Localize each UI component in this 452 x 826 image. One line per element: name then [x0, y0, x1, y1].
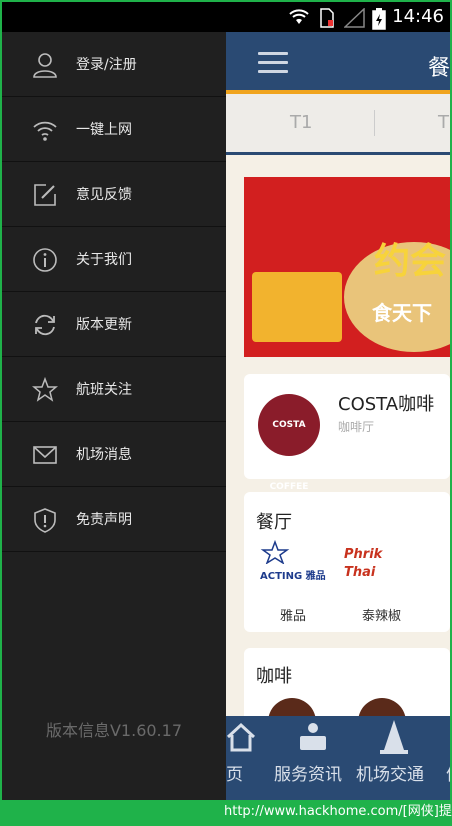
banner-headline: 约会 [374, 241, 447, 282]
edit-icon [34, 184, 56, 206]
refresh-icon [35, 314, 55, 336]
drawer-item-feedback[interactable]: 意见反馈 [2, 162, 226, 227]
drawer-item-wifi[interactable]: 一键上网 [2, 97, 226, 162]
user-icon [33, 53, 57, 78]
battery-icon [372, 8, 386, 30]
nav-home-label: 页 [226, 765, 243, 785]
drawer-item-update[interactable]: 版本更新 [2, 292, 226, 357]
signal-icon [344, 8, 365, 28]
featured-name: COSTA咖啡 [338, 394, 435, 415]
nav-info[interactable]: 信 [440, 716, 450, 800]
wifi-icon [33, 121, 57, 141]
banner-cake [252, 272, 342, 342]
status-bar: 14:46 [2, 2, 450, 32]
star-icon [32, 377, 58, 402]
phrik-logo-text: Phrik Thai [344, 547, 383, 580]
nav-service[interactable]: 服务资讯 [270, 716, 350, 800]
drawer-item-label: 意见反馈 [76, 187, 132, 203]
drawer-item-label: 一键上网 [76, 122, 132, 138]
info-icon [33, 248, 57, 272]
drawer-item-label: 航班关注 [76, 382, 132, 398]
shield-icon [34, 508, 56, 533]
drawer-item-label: 免责声明 [76, 512, 132, 528]
nav-traffic-label: 机场交通 [356, 765, 424, 785]
watermark: http://www.hackhome.com/[网侠]提供 [224, 804, 452, 819]
nav-home[interactable]: 页 [226, 716, 262, 800]
drawer-item-about[interactable]: 关于我们 [2, 227, 226, 292]
cafe-section-title: 咖啡 [256, 666, 292, 687]
acting-logo-text: ACTING 雅品 [260, 571, 326, 582]
phrik-thai-logo[interactable]: Phrik Thai [344, 540, 414, 590]
wifi-status-icon [289, 9, 309, 24]
home-icon [226, 722, 256, 752]
side-drawer: 登录/注册 一键上网 意见反馈 关于我们 版本更新 航班关注 机场消息 免责声明… [2, 32, 226, 800]
status-time: 14:46 [392, 6, 444, 27]
traffic-cone-icon [380, 720, 408, 754]
tab-t2[interactable]: T [438, 112, 449, 133]
costa-logo: COSTA COFFEE [258, 394, 320, 492]
phone-screen: 14:46 餐 T1 T 约会 食天下 COSTA COFFEE COSTA咖啡… [2, 2, 450, 800]
nav-service-label: 服务资讯 [274, 765, 342, 785]
drawer-item-label: 机场消息 [76, 447, 132, 463]
nav-traffic[interactable]: 机场交通 [354, 716, 434, 800]
mail-icon [33, 446, 57, 464]
restaurant-name: 泰辣椒 [362, 609, 402, 624]
drawer-item-label: 版本更新 [76, 317, 132, 333]
drawer-item-label: 登录/注册 [76, 57, 137, 73]
nav-info-label: 信 [446, 760, 450, 785]
service-icon [300, 723, 326, 750]
terminal-tabs: T1 T [226, 94, 450, 155]
featured-card[interactable]: COSTA COFFEE COSTA咖啡 咖啡厅 [244, 374, 450, 492]
banner-subtext: 食天下 [372, 301, 432, 325]
drawer-item-login[interactable]: 登录/注册 [2, 32, 226, 97]
app-main-view: 餐 T1 T 约会 食天下 COSTA COFFEE COSTA咖啡 咖啡厅 餐… [226, 32, 450, 800]
drawer-item-label: 关于我们 [76, 252, 132, 268]
tab-divider [374, 110, 375, 136]
tab-t1[interactable]: T1 [290, 112, 312, 133]
menu-icon[interactable] [258, 52, 288, 74]
drawer-item-disclaimer[interactable]: 免责声明 [2, 487, 226, 552]
featured-category: 咖啡厅 [338, 420, 375, 434]
drawer-item-airport-news[interactable]: 机场消息 [2, 422, 226, 487]
promo-banner[interactable]: 约会 食天下 [244, 177, 450, 357]
sim-card-icon [320, 8, 334, 28]
restaurant-section: 餐厅 ACTING 雅品 Phrik Thai 雅品 泰辣椒 [244, 492, 450, 632]
drawer-item-flight-follow[interactable]: 航班关注 [2, 357, 226, 422]
page-title: 餐 [428, 56, 450, 81]
app-header: 餐 [226, 32, 450, 94]
acting-logo[interactable]: ACTING 雅品 [260, 539, 330, 590]
restaurant-name: 雅品 [280, 609, 307, 624]
restaurant-section-title: 餐厅 [256, 512, 292, 533]
bottom-navigation: 页 服务资讯 机场交通 信 [226, 716, 450, 800]
star-logo-icon [260, 539, 290, 565]
version-info: 版本信息V1.60.17 [45, 721, 183, 740]
